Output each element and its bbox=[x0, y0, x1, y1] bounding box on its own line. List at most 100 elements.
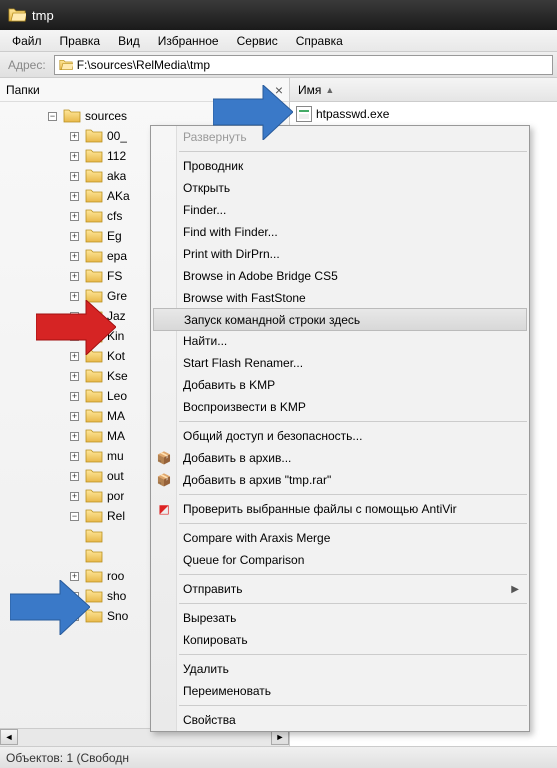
cm-print-dirprn[interactable]: Print with DirPrn... bbox=[151, 243, 529, 265]
menu-file[interactable]: Файл bbox=[4, 32, 50, 50]
cm-find-with-finder[interactable]: Find with Finder... bbox=[151, 221, 529, 243]
tree-item-label: mu bbox=[107, 449, 124, 463]
folder-icon bbox=[85, 209, 103, 223]
rar-icon: 📦 bbox=[156, 450, 172, 466]
cm-flash-renamer[interactable]: Start Flash Renamer... bbox=[151, 352, 529, 374]
submenu-arrow-icon: ▶ bbox=[511, 584, 519, 595]
cm-copy[interactable]: Копировать bbox=[151, 629, 529, 651]
annotation-arrow-blue-top bbox=[213, 85, 293, 140]
address-folder-icon bbox=[59, 59, 73, 71]
cm-add-kmp[interactable]: Добавить в KMP bbox=[151, 374, 529, 396]
folder-icon bbox=[85, 129, 103, 143]
expander-icon[interactable]: + bbox=[70, 392, 79, 401]
folder-icon bbox=[85, 429, 103, 443]
expander-icon[interactable]: + bbox=[70, 192, 79, 201]
folder-icon bbox=[85, 369, 103, 383]
window-title: tmp bbox=[32, 8, 54, 23]
expander-icon[interactable]: + bbox=[70, 232, 79, 241]
expander-icon[interactable]: − bbox=[48, 112, 57, 121]
cm-browse-faststone[interactable]: Browse with FastStone bbox=[151, 287, 529, 309]
folder-icon bbox=[85, 509, 103, 523]
titlebar: tmp bbox=[0, 0, 557, 30]
menu-edit[interactable]: Правка bbox=[52, 32, 109, 50]
menu-tools[interactable]: Сервис bbox=[229, 32, 286, 50]
folder-icon bbox=[85, 449, 103, 463]
column-header-name[interactable]: Имя ▲ bbox=[290, 78, 557, 102]
menu-view[interactable]: Вид bbox=[110, 32, 148, 50]
cm-send-to[interactable]: Отправить▶ bbox=[151, 578, 529, 600]
expander-icon[interactable]: + bbox=[70, 432, 79, 441]
cm-araxis-compare[interactable]: Compare with Araxis Merge bbox=[151, 527, 529, 549]
cm-delete[interactable]: Удалить bbox=[151, 658, 529, 680]
cm-add-archive-tmp[interactable]: 📦Добавить в архив "tmp.rar" bbox=[151, 469, 529, 491]
tree-item-label: Kse bbox=[107, 369, 128, 383]
tree-item-label: roo bbox=[107, 569, 124, 583]
file-item[interactable]: htpasswd.exe bbox=[292, 104, 555, 124]
cm-add-archive[interactable]: 📦Добавить в архив... bbox=[151, 447, 529, 469]
folder-icon bbox=[85, 249, 103, 263]
tree-item-label: 112 bbox=[107, 149, 126, 163]
expander-icon[interactable]: + bbox=[70, 172, 79, 181]
tree-item-label: Eg bbox=[107, 229, 122, 243]
folder-icon bbox=[85, 529, 103, 543]
cm-araxis-queue[interactable]: Queue for Comparison bbox=[151, 549, 529, 571]
folder-icon bbox=[85, 189, 103, 203]
expander-icon[interactable]: + bbox=[70, 472, 79, 481]
cm-properties[interactable]: Свойства bbox=[151, 709, 529, 731]
folder-icon bbox=[85, 269, 103, 283]
cm-finder[interactable]: Finder... bbox=[151, 199, 529, 221]
tree-item-label: Sno bbox=[107, 609, 128, 623]
expander-icon[interactable]: + bbox=[70, 132, 79, 141]
tree-item-label: MA bbox=[107, 409, 125, 423]
folder-icon bbox=[63, 109, 81, 123]
cm-cmd-here[interactable]: Запуск командной строки здесь bbox=[153, 308, 527, 331]
file-name: htpasswd.exe bbox=[316, 107, 389, 121]
expander-icon[interactable]: + bbox=[70, 252, 79, 261]
address-label: Адрес: bbox=[4, 58, 50, 72]
cm-browse-bridge[interactable]: Browse in Adobe Bridge CS5 bbox=[151, 265, 529, 287]
menu-help[interactable]: Справка bbox=[288, 32, 351, 50]
addressbar: Адрес: F:\sources\RelMedia\tmp bbox=[0, 52, 557, 78]
expander-icon[interactable]: + bbox=[70, 212, 79, 221]
cm-find[interactable]: Найти... bbox=[151, 330, 529, 352]
folder-icon bbox=[85, 549, 103, 563]
cm-antivir[interactable]: ◩Проверить выбранные файлы с помощью Ant… bbox=[151, 498, 529, 520]
cm-cut[interactable]: Вырезать bbox=[151, 607, 529, 629]
expander-icon[interactable]: − bbox=[70, 512, 79, 521]
expander-icon[interactable]: + bbox=[70, 272, 79, 281]
tree-item-label: cfs bbox=[107, 209, 122, 223]
folder-icon bbox=[85, 489, 103, 503]
tree-item-label: 00_ bbox=[107, 129, 127, 143]
cm-sharing[interactable]: Общий доступ и безопасность... bbox=[151, 425, 529, 447]
cm-play-kmp[interactable]: Воспроизвести в KMP bbox=[151, 396, 529, 418]
expander-icon[interactable]: + bbox=[70, 152, 79, 161]
address-input[interactable]: F:\sources\RelMedia\tmp bbox=[54, 55, 553, 75]
folder-icon bbox=[85, 389, 103, 403]
tree-item-label: FS bbox=[107, 269, 122, 283]
scroll-left-icon[interactable]: ◄ bbox=[0, 729, 18, 745]
sort-asc-icon: ▲ bbox=[325, 85, 334, 95]
folder-icon bbox=[85, 149, 103, 163]
cm-rename[interactable]: Переименовать bbox=[151, 680, 529, 702]
tree-item-label: Leo bbox=[107, 389, 127, 403]
expander-icon[interactable]: + bbox=[70, 412, 79, 421]
tree-item-label: AKa bbox=[107, 189, 130, 203]
menubar: Файл Правка Вид Избранное Сервис Справка bbox=[0, 30, 557, 52]
expander-icon[interactable]: + bbox=[70, 452, 79, 461]
tree-item-label: aka bbox=[107, 169, 126, 183]
exe-file-icon bbox=[296, 106, 312, 122]
address-path: F:\sources\RelMedia\tmp bbox=[77, 58, 210, 72]
cm-expand[interactable]: Развернуть bbox=[151, 126, 529, 148]
antivir-icon: ◩ bbox=[156, 501, 172, 517]
tree-item-label: sources bbox=[85, 109, 127, 123]
tree-item-label: MA bbox=[107, 429, 125, 443]
menu-favorites[interactable]: Избранное bbox=[150, 32, 227, 50]
cm-explorer[interactable]: Проводник bbox=[151, 155, 529, 177]
rar-icon: 📦 bbox=[156, 472, 172, 488]
expander-icon[interactable]: + bbox=[70, 492, 79, 501]
annotation-arrow-red bbox=[36, 300, 116, 355]
context-menu: Развернуть Проводник Открыть Finder... F… bbox=[150, 125, 530, 732]
expander-icon[interactable]: + bbox=[70, 372, 79, 381]
cm-open[interactable]: Открыть bbox=[151, 177, 529, 199]
tree-item-label: out bbox=[107, 469, 124, 483]
